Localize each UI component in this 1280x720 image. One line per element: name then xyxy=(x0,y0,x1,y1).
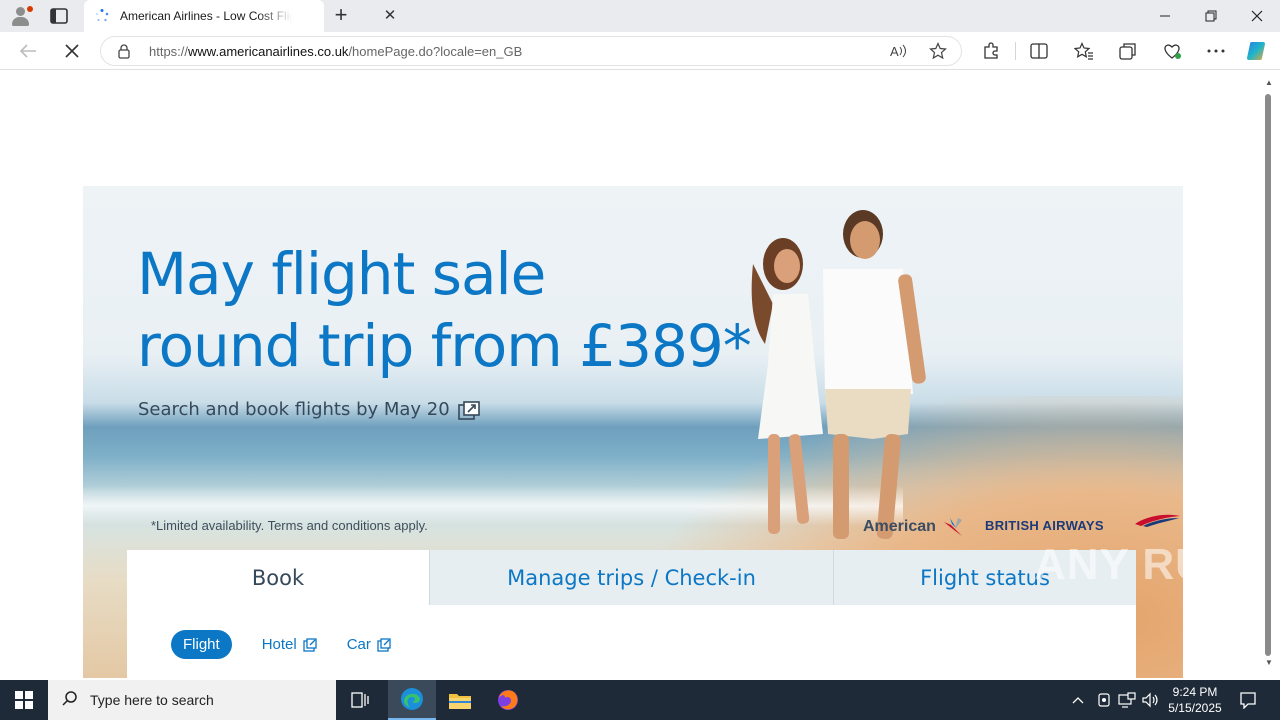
taskbar-clock[interactable]: 9:24 PM 5/15/2025 xyxy=(1164,684,1226,716)
edge-taskbar-icon[interactable] xyxy=(388,680,436,720)
firefox-icon[interactable] xyxy=(484,680,532,720)
svg-text:A: A xyxy=(890,44,899,59)
tab-book[interactable]: Book xyxy=(127,550,429,605)
tab-title: American Airlines - Low Cost Flig xyxy=(120,9,292,23)
extensions-icon[interactable] xyxy=(978,39,1004,63)
profile-avatar-icon[interactable] xyxy=(8,4,33,28)
windows-start-icon[interactable] xyxy=(0,680,48,720)
file-explorer-icon[interactable] xyxy=(436,680,484,720)
browser-tab-bar: American Airlines - Low Cost Flig ✕ + xyxy=(0,0,1280,32)
external-link-icon[interactable] xyxy=(457,400,480,420)
flight-symbol-icon xyxy=(943,518,962,536)
tab-actions-icon[interactable] xyxy=(48,6,70,26)
notification-center-icon[interactable] xyxy=(1228,680,1268,720)
favorite-star-icon[interactable] xyxy=(929,42,947,65)
external-link-icon xyxy=(303,637,317,652)
hero-headline: May flight sale round trip from £389* xyxy=(137,238,752,382)
scrollbar-thumb[interactable] xyxy=(1265,94,1271,656)
speedmarque-icon xyxy=(1135,514,1180,527)
restore-button[interactable] xyxy=(1188,0,1234,32)
search-placeholder[interactable]: Type here to search xyxy=(90,692,214,708)
volume-icon[interactable] xyxy=(1140,680,1162,720)
settings-more-icon[interactable] xyxy=(1203,39,1229,63)
split-screen-icon[interactable] xyxy=(1026,39,1052,63)
stop-loading-icon[interactable] xyxy=(59,39,85,63)
british-airways-logo: BRITISH AIRWAYS xyxy=(985,514,1180,533)
car-link[interactable]: Car xyxy=(347,636,391,653)
flight-mode-button[interactable]: Flight xyxy=(171,630,232,659)
network-icon[interactable] xyxy=(1116,680,1138,720)
browser-toolbar: https://www.americanairlines.co.uk/homeP… xyxy=(0,32,1280,70)
headline-line-2: round trip from £389* xyxy=(137,312,752,380)
hotel-link[interactable]: Hotel xyxy=(262,636,317,653)
external-link-icon xyxy=(377,637,391,652)
scroll-down-arrow-icon[interactable]: ▼ xyxy=(1263,658,1275,668)
terms-disclaimer: *Limited availability. Terms and conditi… xyxy=(151,518,428,533)
hero-banner[interactable]: May flight sale round trip from £389* Se… xyxy=(83,186,1183,678)
new-tab-button[interactable]: + xyxy=(330,4,352,28)
clock-time: 9:24 PM xyxy=(1172,685,1218,699)
address-bar[interactable]: https://www.americanairlines.co.uk/homeP… xyxy=(100,36,962,66)
browser-tab-active[interactable]: American Airlines - Low Cost Flig ✕ xyxy=(84,0,396,32)
page-scrollbar[interactable]: ▲ ▼ xyxy=(1262,72,1276,678)
browser-essentials-icon[interactable] xyxy=(1159,39,1185,63)
anyrun-watermark: ANY RUN xyxy=(1034,540,1241,589)
favorites-icon[interactable] xyxy=(1071,39,1097,63)
search-icon xyxy=(62,690,78,711)
clock-date: 5/15/2025 xyxy=(1168,701,1222,715)
close-window-button[interactable] xyxy=(1234,0,1280,32)
scroll-up-arrow-icon[interactable]: ▲ xyxy=(1263,78,1275,88)
american-airlines-logo: American xyxy=(863,516,964,538)
task-view-icon[interactable] xyxy=(336,680,384,720)
read-aloud-icon[interactable]: A xyxy=(889,43,907,64)
back-arrow-icon[interactable] xyxy=(15,39,41,63)
booking-widget: Book Manage trips / Check-in Flight stat… xyxy=(127,550,1136,678)
taskbar-search-box[interactable]: Type here to search xyxy=(48,680,336,720)
headline-line-1: May flight sale xyxy=(137,240,546,308)
loading-spinner-icon xyxy=(94,8,110,24)
lock-icon[interactable] xyxy=(117,43,131,64)
subline-text[interactable]: Search and book flights by May 20 xyxy=(138,399,450,420)
hero-subline-link[interactable]: Search and book flights by May 20 xyxy=(138,399,480,420)
collections-icon[interactable] xyxy=(1115,39,1141,63)
windows-taskbar: Type here to search 9:24 PM 5/15/2025 xyxy=(0,680,1280,720)
copilot-icon[interactable] xyxy=(1244,39,1270,63)
show-hidden-icons-chevron-icon[interactable] xyxy=(1068,680,1088,720)
minimize-button[interactable] xyxy=(1142,0,1188,32)
url-text[interactable]: https://www.americanairlines.co.uk/homeP… xyxy=(149,44,522,59)
booking-mode-selector: Flight Hotel Car xyxy=(171,630,391,659)
close-tab-icon[interactable]: ✕ xyxy=(382,8,398,24)
device-icon[interactable] xyxy=(1094,680,1114,720)
tab-manage-trips[interactable]: Manage trips / Check-in xyxy=(429,550,833,605)
